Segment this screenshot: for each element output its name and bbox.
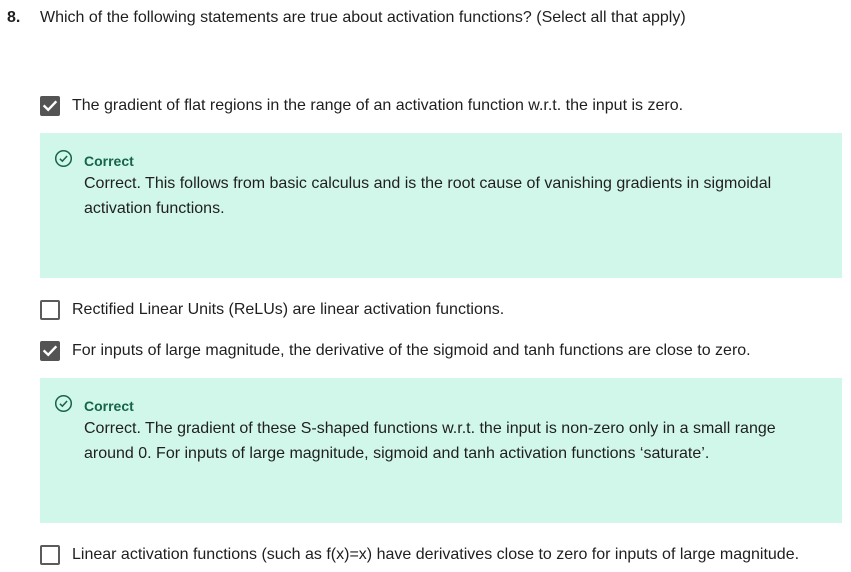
feedback-status: Correct xyxy=(84,398,134,414)
check-circle-icon xyxy=(54,394,73,418)
question-prompt: Which of the following statements are tr… xyxy=(40,9,686,26)
checkbox-checked-icon[interactable] xyxy=(40,341,60,361)
option-4[interactable]: Linear activation functions (such as f(x… xyxy=(40,544,799,566)
option-2[interactable]: Rectified Linear Units (ReLUs) are linea… xyxy=(40,299,504,321)
option-1-label: The gradient of flat regions in the rang… xyxy=(72,97,684,114)
feedback-status: Correct xyxy=(84,153,134,169)
feedback-panel-1: Correct Correct. This follows from basic… xyxy=(40,133,842,278)
question-number: 8. xyxy=(7,9,21,26)
option-3-label: For inputs of large magnitude, the deriv… xyxy=(72,342,751,359)
option-2-label: Rectified Linear Units (ReLUs) are linea… xyxy=(72,301,505,318)
feedback-panel-3: Correct Correct. The gradient of these S… xyxy=(40,378,842,523)
checkbox-checked-icon[interactable] xyxy=(40,96,60,116)
option-4-label: Linear activation functions (such as f(x… xyxy=(72,546,800,563)
option-1[interactable]: The gradient of flat regions in the rang… xyxy=(40,95,683,117)
checkbox-unchecked-icon[interactable] xyxy=(40,300,60,320)
feedback-text: Correct. This follows from basic calculu… xyxy=(84,175,772,217)
feedback-text: Correct. The gradient of these S-shaped … xyxy=(84,420,776,462)
checkbox-unchecked-icon[interactable] xyxy=(40,545,60,565)
check-circle-icon xyxy=(54,149,73,173)
option-3[interactable]: For inputs of large magnitude, the deriv… xyxy=(40,340,751,362)
